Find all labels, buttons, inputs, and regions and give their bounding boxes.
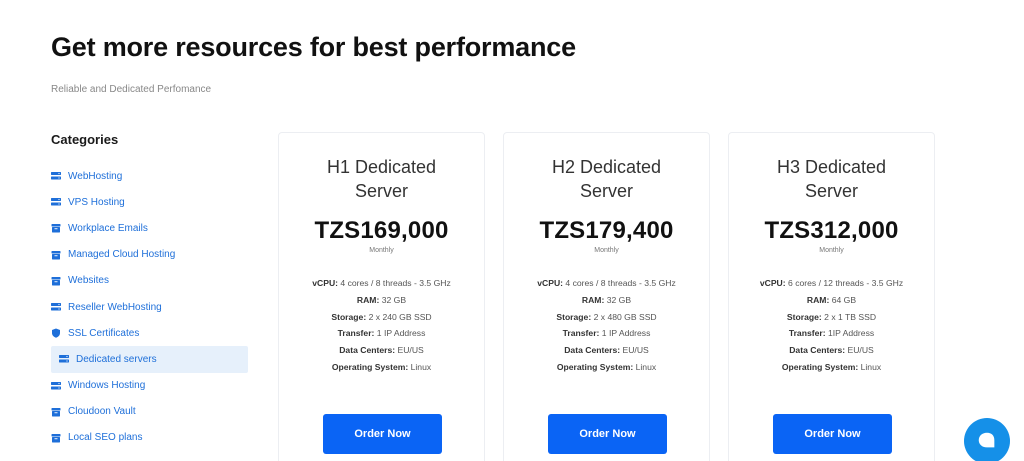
sidebar-item-label: VPS Hosting [68, 196, 125, 208]
server-icon [59, 354, 69, 364]
plan-period: Monthly [369, 247, 394, 254]
spec-value: 4 cores / 8 threads - 3.5 GHz [338, 278, 451, 288]
plan-name: H1 Dedicated Server [326, 157, 437, 201]
server-icon [51, 302, 61, 312]
spec-value: 1IP Address [825, 328, 875, 339]
plan-card-h1: H1 Dedicated Server TZS169,000 Monthly v… [278, 132, 485, 461]
sidebar-item-label: Workplace Emails [68, 222, 148, 234]
sidebar-item-label: Windows Hosting [68, 380, 146, 392]
spec-value: EU/US [620, 345, 649, 356]
spec-label: RAM: [806, 294, 830, 305]
spec-label: Transfer: [562, 328, 600, 339]
spec-value: 6 cores / 12 threads - 3.5 GHz [785, 278, 904, 288]
spec-label: Data Centers: [789, 345, 846, 356]
spec-value: EU/US [395, 345, 424, 356]
sidebar-item-label: WebHosting [68, 170, 123, 182]
sidebar-item-label: Local SEO plans [68, 432, 143, 444]
plan-card-h2: H2 Dedicated Server TZS179,400 Monthly v… [503, 132, 710, 461]
plan-specs: vCPU: 4 cores / 8 threads - 3.5 GHz RAM:… [504, 275, 709, 376]
page-title: Get more resources for best performance [51, 32, 576, 62]
sidebar-item-windows-hosting[interactable]: Windows Hosting [51, 373, 251, 399]
spec-value: Linux [408, 361, 432, 372]
archive-icon [51, 433, 61, 443]
spec-value: 1 IP Address [374, 328, 426, 339]
sidebar-item-websites[interactable]: Websites [51, 268, 251, 294]
plan-specs: vCPU: 6 cores / 12 threads - 3.5 GHz RAM… [729, 275, 934, 376]
server-icon [51, 197, 61, 207]
plan-card-h3: H3 Dedicated Server TZS312,000 Monthly v… [728, 132, 935, 461]
plan-price: TZS169,000 [314, 217, 449, 244]
spec-value: Linux [858, 361, 882, 372]
page-subtitle: Reliable and Dedicated Perfomance [51, 84, 212, 95]
spec-label: Data Centers: [339, 345, 396, 356]
plan-period: Monthly [594, 247, 619, 254]
sidebar-item-label: Websites [68, 275, 109, 287]
sidebar-item-local-seo-plans[interactable]: Local SEO plans [51, 425, 251, 451]
plan-name: H3 Dedicated Server [776, 157, 887, 201]
sidebar-item-vps-hosting[interactable]: VPS Hosting [51, 189, 251, 215]
plan-period: Monthly [819, 247, 844, 254]
spec-label: Operating System: [556, 361, 634, 372]
archive-icon [51, 276, 61, 286]
spec-label: RAM: [356, 294, 380, 305]
spec-value: 2 x 240 GB SSD [366, 311, 432, 322]
spec-value: EU/US [845, 345, 874, 356]
spec-label: vCPU: [759, 278, 786, 288]
sidebar-item-label: SSL Certificates [68, 327, 140, 339]
spec-label: Storage: [556, 311, 592, 322]
sidebar-item-label: Reseller WebHosting [68, 301, 162, 313]
spec-label: Operating System: [331, 361, 409, 372]
chat-launcher-button[interactable] [964, 418, 1010, 461]
sidebar-item-ssl-certificates[interactable]: SSL Certificates [51, 320, 251, 346]
server-icon [51, 171, 61, 181]
spec-label: Storage: [786, 311, 822, 322]
order-now-button[interactable]: Order Now [323, 414, 442, 454]
server-icon [51, 381, 61, 391]
plan-specs: vCPU: 4 cores / 8 threads - 3.5 GHz RAM:… [279, 275, 484, 376]
categories-sidebar: Categories WebHosting VPS Hosting Workplac… [51, 132, 251, 451]
plan-price: TZS179,400 [539, 217, 674, 244]
sidebar-item-label: Managed Cloud Hosting [68, 249, 176, 261]
spec-value: 4 cores / 8 threads - 3.5 GHz [563, 278, 676, 288]
sidebar-item-webhosting[interactable]: WebHosting [51, 163, 251, 189]
spec-label: Operating System: [781, 361, 859, 372]
sidebar-title: Categories [51, 132, 119, 147]
spec-label: Transfer: [788, 328, 826, 339]
sidebar-item-reseller-webhosting[interactable]: Reseller WebHosting [51, 294, 251, 320]
archive-icon [51, 223, 61, 233]
spec-label: RAM: [581, 294, 605, 305]
chat-icon [978, 432, 995, 448]
sidebar-item-managed-cloud-hosting[interactable]: Managed Cloud Hosting [51, 242, 251, 268]
sidebar-item-cloudoon-vault[interactable]: Cloudoon Vault [51, 399, 251, 425]
archive-icon [51, 407, 61, 417]
shield-icon [51, 328, 61, 338]
order-now-button[interactable]: Order Now [773, 414, 892, 454]
order-now-button[interactable]: Order Now [548, 414, 667, 454]
spec-value: Linux [633, 361, 657, 372]
sidebar-item-label: Dedicated servers [76, 353, 157, 365]
sidebar-item-dedicated-servers[interactable]: Dedicated servers [51, 346, 248, 373]
archive-icon [51, 250, 61, 260]
sidebar-item-workplace-emails[interactable]: Workplace Emails [51, 215, 251, 241]
plan-name: H2 Dedicated Server [551, 157, 662, 201]
spec-label: vCPU: [312, 278, 339, 288]
spec-value: 32 GB [379, 294, 407, 305]
spec-value: 32 GB [604, 294, 632, 305]
sidebar-item-label: Cloudoon Vault [68, 406, 136, 418]
sidebar-list: WebHosting VPS Hosting Workplace Emails Man… [51, 163, 251, 451]
spec-label: Transfer: [337, 328, 375, 339]
spec-value: 1 IP Address [599, 328, 651, 339]
plan-price: TZS312,000 [764, 217, 899, 244]
spec-value: 64 GB [829, 294, 857, 305]
spec-label: Data Centers: [564, 345, 621, 356]
spec-label: vCPU: [537, 278, 564, 288]
spec-label: Storage: [331, 311, 367, 322]
spec-value: 2 x 1 TB SSD [821, 311, 877, 322]
spec-value: 2 x 480 GB SSD [591, 311, 657, 322]
